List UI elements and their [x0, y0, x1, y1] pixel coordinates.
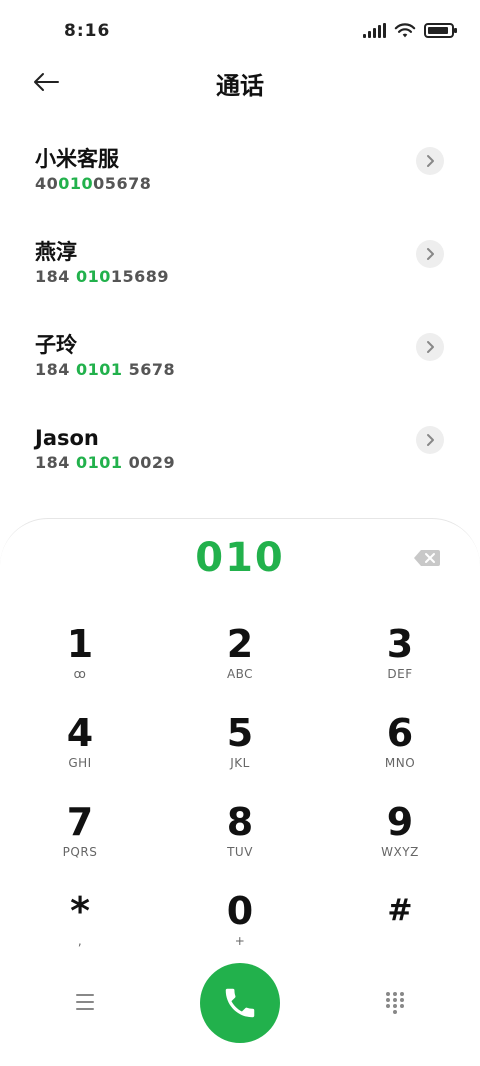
contact-row[interactable]: Jason 184 0101 0029 — [0, 409, 480, 502]
number-suffix: 0029 — [122, 453, 176, 472]
key-letters: + — [234, 934, 246, 948]
menu-button[interactable] — [66, 989, 104, 1015]
status-time: 8:16 — [64, 21, 111, 41]
chevron-right-icon — [427, 155, 434, 167]
contact-detail-button[interactable] — [416, 333, 444, 361]
key-digit: * — [70, 889, 90, 933]
wifi-icon — [394, 23, 416, 38]
key-digit: 7 — [66, 800, 94, 844]
contact-row[interactable]: 小米客服 4001005678 — [0, 130, 480, 223]
dialpad-grid-icon[interactable] — [384, 991, 406, 1015]
key-digit: # — [387, 893, 413, 928]
contact-name: 燕淳 — [35, 240, 77, 264]
contact-number: 184 0101 5678 — [35, 359, 480, 381]
key-letters: DEF — [387, 667, 413, 681]
voicemail-icon: ꝏ — [73, 667, 87, 681]
contact-row[interactable]: 燕淳 184 01015689 — [0, 223, 480, 316]
number-suffix: 05678 — [93, 174, 152, 193]
dialer-actions — [0, 961, 480, 1043]
backspace-button[interactable] — [414, 549, 440, 567]
number-match: 010 — [75, 267, 111, 286]
key-letters: TUV — [227, 845, 253, 859]
phone-icon — [225, 988, 255, 1018]
battery-level — [428, 27, 448, 34]
key-digit: 0 — [226, 889, 254, 933]
chevron-right-icon — [427, 341, 434, 353]
key-letters: ABC — [226, 667, 254, 681]
key-3[interactable]: 3 DEF — [320, 621, 480, 710]
contact-number: 184 01015689 — [35, 266, 480, 288]
menu-icon — [76, 1001, 94, 1003]
chevron-right-icon — [427, 248, 434, 260]
contact-name: 小米客服 — [35, 147, 119, 171]
number-prefix: 184 — [35, 267, 76, 286]
key-digit: 6 — [386, 711, 414, 755]
number-match: 0101 — [75, 360, 123, 379]
status-bar: 8:16 — [0, 0, 480, 60]
contact-detail-button[interactable] — [416, 240, 444, 268]
contact-list: 小米客服 4001005678 燕淳 184 01015689 子玲 184 0… — [0, 130, 480, 502]
key-digit: 9 — [386, 800, 414, 844]
contact-number: 4001005678 — [35, 173, 480, 195]
contact-row[interactable]: 子玲 184 0101 5678 — [0, 316, 480, 409]
number-prefix: 184 — [35, 453, 76, 472]
dial-input[interactable]: 010 — [0, 535, 480, 581]
number-match: 0101 — [75, 453, 123, 472]
key-4[interactable]: 4 GHI — [0, 710, 160, 799]
key-letters: GHI — [68, 756, 92, 770]
number-suffix: 15689 — [110, 267, 170, 286]
contact-name: 子玲 — [35, 333, 77, 357]
key-letters: JKL — [230, 756, 250, 770]
key-1[interactable]: 1 ꝏ — [0, 621, 160, 710]
chevron-right-icon — [427, 434, 434, 446]
key-6[interactable]: 6 MNO — [320, 710, 480, 799]
status-icons — [363, 22, 457, 39]
key-letters: WXYZ — [381, 845, 419, 859]
keypad: 1 ꝏ 2 ABC 3 DEF 4 GHI 5 JKL 6 MNO 7 PQRS… — [0, 621, 480, 977]
contact-detail-button[interactable] — [416, 426, 444, 454]
menu-icon — [76, 1008, 94, 1010]
key-digit: 5 — [226, 711, 254, 755]
contact-detail-button[interactable] — [416, 147, 444, 175]
key-letters: MNO — [384, 756, 416, 770]
number-suffix: 5678 — [122, 360, 176, 379]
key-letters: , — [77, 934, 83, 948]
battery-icon — [424, 23, 457, 38]
backspace-icon — [414, 550, 440, 566]
key-digit: 1 — [66, 622, 94, 666]
number-prefix: 40 — [35, 174, 59, 193]
menu-icon — [76, 994, 94, 996]
key-digit: 8 — [226, 800, 254, 844]
key-digit: 4 — [66, 711, 94, 755]
call-button[interactable] — [200, 963, 280, 1043]
number-match: 010 — [58, 174, 94, 193]
key-digit: 3 — [386, 622, 414, 666]
key-2[interactable]: 2 ABC — [160, 621, 320, 710]
signal-icon — [363, 23, 386, 38]
contact-number: 184 0101 0029 — [35, 452, 480, 474]
page-title: 通话 — [216, 72, 264, 100]
phone-screen: 8:16 通话 小米客服 4001005678 燕淳 184 01015689 … — [0, 0, 480, 1066]
contact-name: Jason — [35, 426, 99, 450]
number-prefix: 184 — [35, 360, 76, 379]
key-5[interactable]: 5 JKL — [160, 710, 320, 799]
key-7[interactable]: 7 PQRS — [0, 799, 160, 888]
key-letters: PQRS — [62, 845, 98, 859]
key-digit: 2 — [226, 622, 254, 666]
dialpad-panel: 010 1 ꝏ 2 ABC 3 DEF 4 GHI 5 JKL 6 MNO 7 … — [0, 518, 480, 1066]
key-8[interactable]: 8 TUV — [160, 799, 320, 888]
key-9[interactable]: 9 WXYZ — [320, 799, 480, 888]
header: 通话 — [0, 60, 480, 104]
